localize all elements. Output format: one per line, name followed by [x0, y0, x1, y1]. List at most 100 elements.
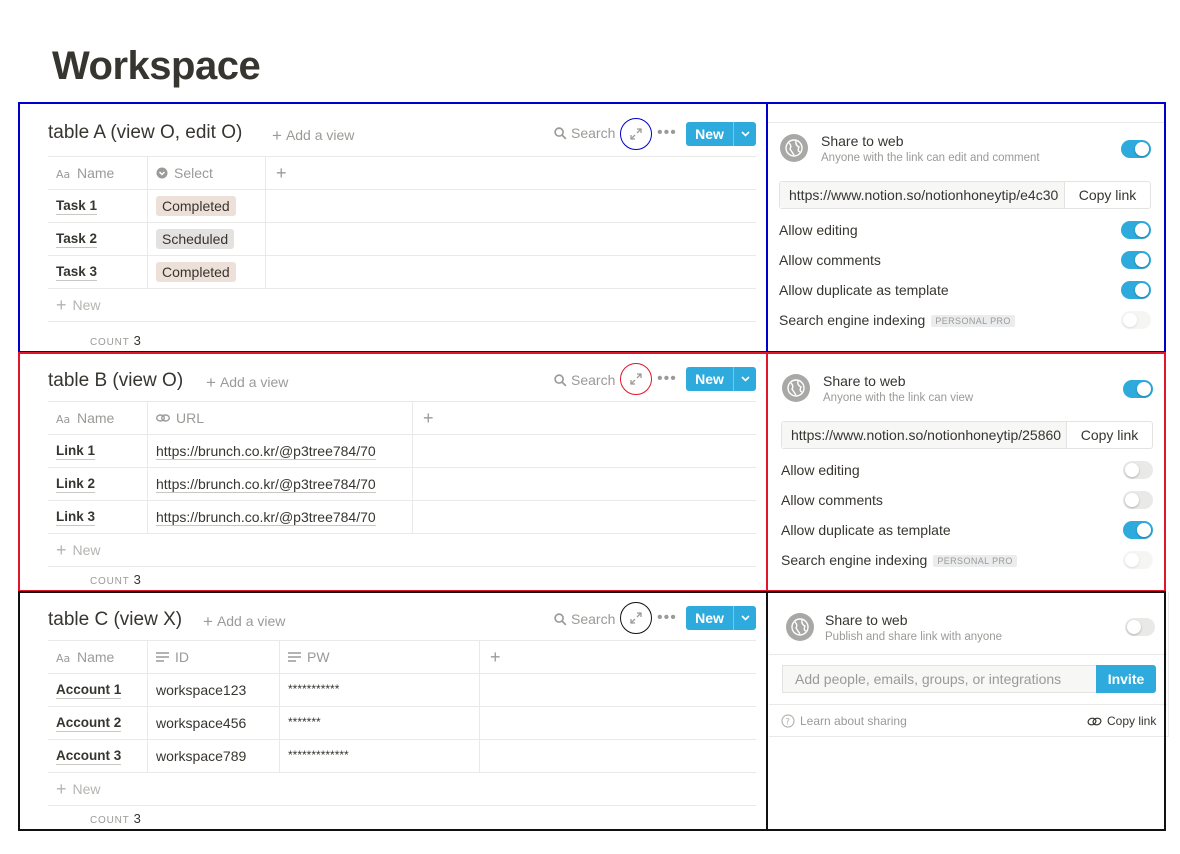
column-header-select[interactable]: Select — [148, 157, 266, 189]
row-name[interactable]: Task 1 — [48, 190, 148, 222]
empty-cell[interactable] — [266, 223, 756, 255]
row-name[interactable]: Link 3 — [48, 501, 148, 533]
add-view-button[interactable]: + Add a view — [203, 611, 285, 631]
empty-cell[interactable] — [413, 468, 756, 500]
share-url[interactable]: https://www.notion.so/notionhoneytip/e4c… — [780, 182, 1064, 208]
add-view-button[interactable]: + Add a view — [272, 125, 354, 145]
allow-editing-toggle[interactable] — [1121, 221, 1151, 239]
share-to-web-toggle[interactable] — [1121, 140, 1151, 158]
share-link-field[interactable]: https://www.notion.so/notionhoneytip/e4c… — [779, 181, 1151, 209]
copy-link-button[interactable]: Copy link — [1087, 714, 1156, 728]
row-name[interactable]: Task 2 — [48, 223, 148, 255]
invite-input[interactable]: Add people, emails, groups, or integrati… — [782, 665, 1097, 693]
column-header-pw[interactable]: PW — [280, 641, 480, 673]
table-row[interactable]: Account 2 workspace456 ******* — [48, 707, 756, 740]
column-header-name[interactable]: Aa Name — [48, 402, 148, 434]
empty-cell[interactable] — [413, 501, 756, 533]
empty-cell[interactable] — [480, 707, 756, 739]
search-button[interactable]: Search — [554, 611, 615, 627]
allow-duplicate-toggle[interactable] — [1123, 521, 1153, 539]
new-row-button[interactable]: + New — [48, 289, 756, 322]
open-fullpage-button[interactable] — [620, 602, 652, 634]
row-name[interactable]: Link 2 — [48, 468, 148, 500]
table-row[interactable]: Task 3 Completed — [48, 256, 756, 289]
status-tag: Scheduled — [156, 229, 235, 249]
allow-duplicate-toggle[interactable] — [1121, 281, 1151, 299]
table-row[interactable]: Link 3 https://brunch.co.kr/@p3tree784/7… — [48, 501, 756, 534]
share-to-web-toggle[interactable] — [1123, 380, 1153, 398]
open-fullpage-button[interactable] — [620, 363, 652, 395]
pw-cell[interactable]: ******* — [280, 707, 480, 739]
url-link[interactable]: https://brunch.co.kr/@p3tree784/70 — [156, 476, 376, 493]
chevron-down-icon[interactable] — [734, 606, 756, 630]
chevron-down-icon[interactable] — [734, 367, 756, 391]
chevron-down-icon[interactable] — [734, 122, 756, 146]
table-row[interactable]: Task 1 Completed — [48, 190, 756, 223]
share-to-web-toggle[interactable] — [1125, 618, 1155, 636]
open-fullpage-button[interactable] — [620, 118, 652, 150]
table-row[interactable]: Account 3 workspace789 ************* — [48, 740, 756, 773]
row-name[interactable]: Account 2 — [48, 707, 148, 739]
id-cell[interactable]: workspace456 — [148, 707, 280, 739]
copy-link-button[interactable]: Copy link — [1064, 182, 1150, 208]
empty-cell[interactable] — [480, 674, 756, 706]
empty-cell[interactable] — [480, 740, 756, 772]
row-name[interactable]: Account 1 — [48, 674, 148, 706]
search-button[interactable]: Search — [554, 125, 615, 141]
more-options-icon[interactable]: ••• — [657, 124, 677, 142]
new-record-button[interactable]: New — [686, 606, 756, 630]
id-cell[interactable]: workspace789 — [148, 740, 280, 772]
share-url[interactable]: https://www.notion.so/notionhoneytip/258… — [782, 422, 1066, 448]
copy-link-button[interactable]: Copy link — [1066, 422, 1152, 448]
select-cell[interactable]: Completed — [148, 256, 266, 288]
new-record-button[interactable]: New — [686, 122, 756, 146]
column-header-name[interactable]: Aa Name — [48, 157, 148, 189]
count-footer[interactable]: COUNT 3 — [48, 806, 756, 826]
id-cell[interactable]: workspace123 — [148, 674, 280, 706]
count-footer[interactable]: COUNT 3 — [48, 567, 756, 587]
allow-editing-toggle[interactable] — [1123, 461, 1153, 479]
url-cell[interactable]: https://brunch.co.kr/@p3tree784/70 — [148, 435, 413, 467]
table-b-title[interactable]: table B (view O) — [48, 370, 183, 392]
empty-cell[interactable] — [266, 256, 756, 288]
add-column-button[interactable]: + — [413, 402, 756, 434]
learn-about-sharing-link[interactable]: ? Learn about sharing — [781, 714, 907, 728]
add-column-button[interactable]: + — [480, 641, 756, 673]
row-name[interactable]: Account 3 — [48, 740, 148, 772]
share-panel-b: Share to web Anyone with the link can vi… — [768, 352, 1166, 592]
table-row[interactable]: Link 2 https://brunch.co.kr/@p3tree784/7… — [48, 468, 756, 501]
count-footer[interactable]: COUNT 3 — [48, 322, 756, 352]
url-cell[interactable]: https://brunch.co.kr/@p3tree784/70 — [148, 501, 413, 533]
table-a-title[interactable]: table A (view O, edit O) — [48, 122, 242, 144]
pw-cell[interactable]: ************* — [280, 740, 480, 772]
empty-cell[interactable] — [413, 435, 756, 467]
row-name[interactable]: Task 3 — [48, 256, 148, 288]
column-header-name[interactable]: Aa Name — [48, 641, 148, 673]
table-row[interactable]: Task 2 Scheduled — [48, 223, 756, 256]
new-row-button[interactable]: + New — [48, 773, 756, 806]
allow-comments-toggle[interactable] — [1121, 251, 1151, 269]
select-cell[interactable]: Completed — [148, 190, 266, 222]
search-button[interactable]: Search — [554, 372, 615, 388]
table-c-title[interactable]: table C (view X) — [48, 609, 182, 631]
pw-cell[interactable]: *********** — [280, 674, 480, 706]
new-record-button[interactable]: New — [686, 367, 756, 391]
new-row-button[interactable]: + New — [48, 534, 756, 567]
share-link-field[interactable]: https://www.notion.so/notionhoneytip/258… — [781, 421, 1153, 449]
url-link[interactable]: https://brunch.co.kr/@p3tree784/70 — [156, 509, 376, 526]
select-cell[interactable]: Scheduled — [148, 223, 266, 255]
table-row[interactable]: Account 1 workspace123 *********** — [48, 674, 756, 707]
add-view-button[interactable]: + Add a view — [206, 372, 288, 392]
invite-button[interactable]: Invite — [1096, 665, 1156, 693]
column-header-url[interactable]: URL — [148, 402, 413, 434]
add-column-button[interactable]: + — [266, 157, 756, 189]
url-cell[interactable]: https://brunch.co.kr/@p3tree784/70 — [148, 468, 413, 500]
empty-cell[interactable] — [266, 190, 756, 222]
more-options-icon[interactable]: ••• — [657, 609, 677, 627]
allow-comments-toggle[interactable] — [1123, 491, 1153, 509]
column-header-id[interactable]: ID — [148, 641, 280, 673]
table-row[interactable]: Link 1 https://brunch.co.kr/@p3tree784/7… — [48, 435, 756, 468]
url-link[interactable]: https://brunch.co.kr/@p3tree784/70 — [156, 443, 376, 460]
row-name[interactable]: Link 1 — [48, 435, 148, 467]
more-options-icon[interactable]: ••• — [657, 370, 677, 388]
